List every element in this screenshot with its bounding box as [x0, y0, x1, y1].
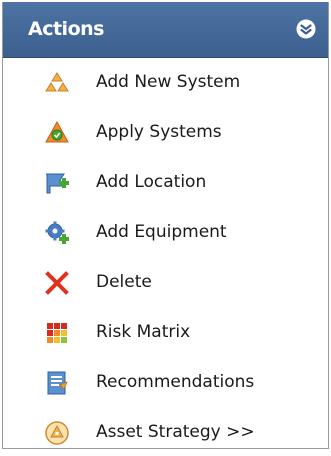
action-label: Asset Strategy >>: [96, 422, 255, 442]
action-label: Recommendations: [96, 372, 255, 392]
action-label: Delete: [96, 272, 152, 292]
add-new-system-icon: [44, 70, 70, 96]
action-recommendations[interactable]: Recommendations: [3, 358, 328, 406]
actions-panel: Actions Add New System Apply Systems Add…: [2, 2, 329, 449]
add-equipment-icon: [44, 220, 70, 246]
action-add-location[interactable]: Add Location: [3, 158, 328, 206]
action-label: Risk Matrix: [96, 322, 191, 342]
actions-panel-header: Actions: [3, 2, 328, 58]
action-delete[interactable]: Delete: [3, 258, 328, 306]
action-label: Add Equipment: [96, 222, 227, 242]
action-label: Add Location: [96, 172, 207, 192]
collapse-button[interactable]: [296, 19, 316, 39]
apply-systems-icon: [44, 120, 70, 146]
action-apply-systems[interactable]: Apply Systems: [3, 108, 328, 156]
delete-icon: [44, 270, 70, 296]
action-add-new-system[interactable]: Add New System: [3, 58, 328, 106]
action-label: Apply Systems: [96, 122, 222, 142]
add-location-icon: [44, 170, 70, 196]
action-asset-strategy[interactable]: Asset Strategy >>: [3, 408, 328, 456]
recommendations-icon: [44, 370, 70, 396]
action-label: Add New System: [96, 72, 241, 92]
double-chevron-up-icon: [296, 19, 316, 39]
actions-panel-title: Actions: [28, 18, 104, 40]
risk-matrix-icon: [44, 320, 70, 346]
action-add-equipment[interactable]: Add Equipment: [3, 208, 328, 256]
asset-strategy-icon: [44, 420, 70, 446]
action-risk-matrix[interactable]: Risk Matrix: [3, 308, 328, 356]
